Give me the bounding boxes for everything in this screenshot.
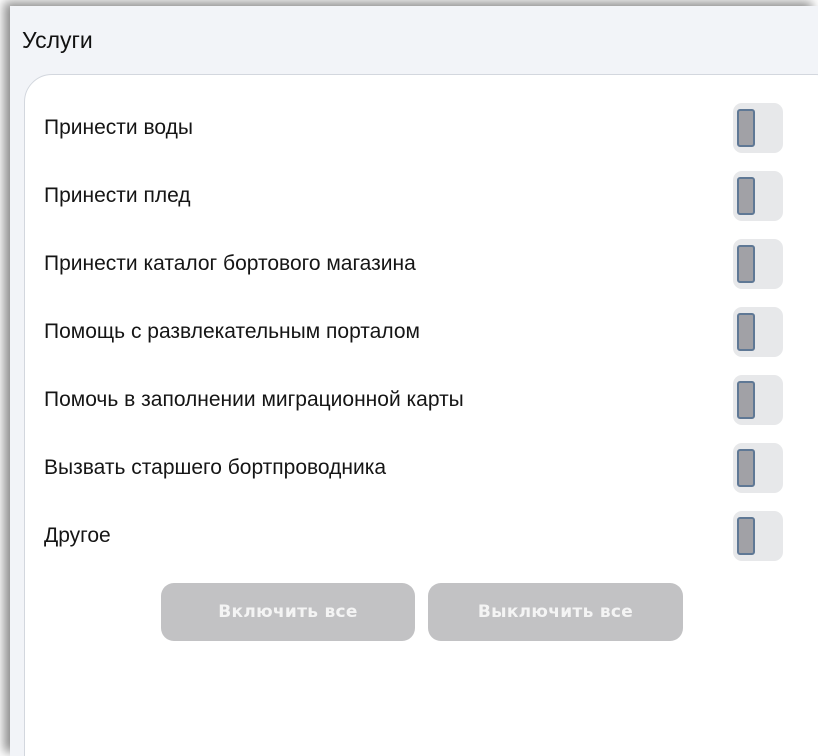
service-row-other: Другое <box>25 511 818 561</box>
service-row-water: Принести воды <box>25 103 818 153</box>
service-label: Другое <box>44 524 111 547</box>
service-label: Помощь с развлекательным порталом <box>44 320 420 343</box>
toggle-knob <box>737 449 755 487</box>
service-toggle-blanket[interactable] <box>733 171 783 221</box>
service-toggle-senior-attendant[interactable] <box>733 443 783 493</box>
toggle-knob <box>737 177 755 215</box>
toggle-knob <box>737 517 755 555</box>
service-toggle-entertainment[interactable] <box>733 307 783 357</box>
service-row-blanket: Принести плед <box>25 171 818 221</box>
service-row-senior-attendant: Вызвать старшего бортпроводника <box>25 443 818 493</box>
service-toggle-other[interactable] <box>733 511 783 561</box>
service-label: Принести воды <box>44 116 193 139</box>
service-toggle-water[interactable] <box>733 103 783 153</box>
service-label: Принести плед <box>44 184 191 207</box>
service-row-migration-card: Помочь в заполнении миграционной карты <box>25 375 818 425</box>
page-title: Услуги <box>22 27 93 53</box>
service-toggle-catalog[interactable] <box>733 239 783 289</box>
service-toggle-migration-card[interactable] <box>733 375 783 425</box>
toggle-knob <box>737 109 755 147</box>
toggle-knob <box>737 313 755 351</box>
enable-all-button[interactable]: Включить все <box>161 583 415 641</box>
service-row-catalog: Принести каталог бортового магазина <box>25 239 818 289</box>
service-label: Принести каталог бортового магазина <box>44 252 416 275</box>
services-window: Услуги Принести воды Принести плед Прине… <box>10 6 818 756</box>
toggle-knob <box>737 381 755 419</box>
service-row-entertainment: Помощь с развлекательным порталом <box>25 307 818 357</box>
services-panel: Принести воды Принести плед Принести кат… <box>24 74 818 756</box>
toggle-knob <box>737 245 755 283</box>
service-label: Вызвать старшего бортпроводника <box>44 456 387 479</box>
disable-all-button[interactable]: Выключить все <box>428 583 683 641</box>
service-label: Помочь в заполнении миграционной карты <box>44 388 464 411</box>
